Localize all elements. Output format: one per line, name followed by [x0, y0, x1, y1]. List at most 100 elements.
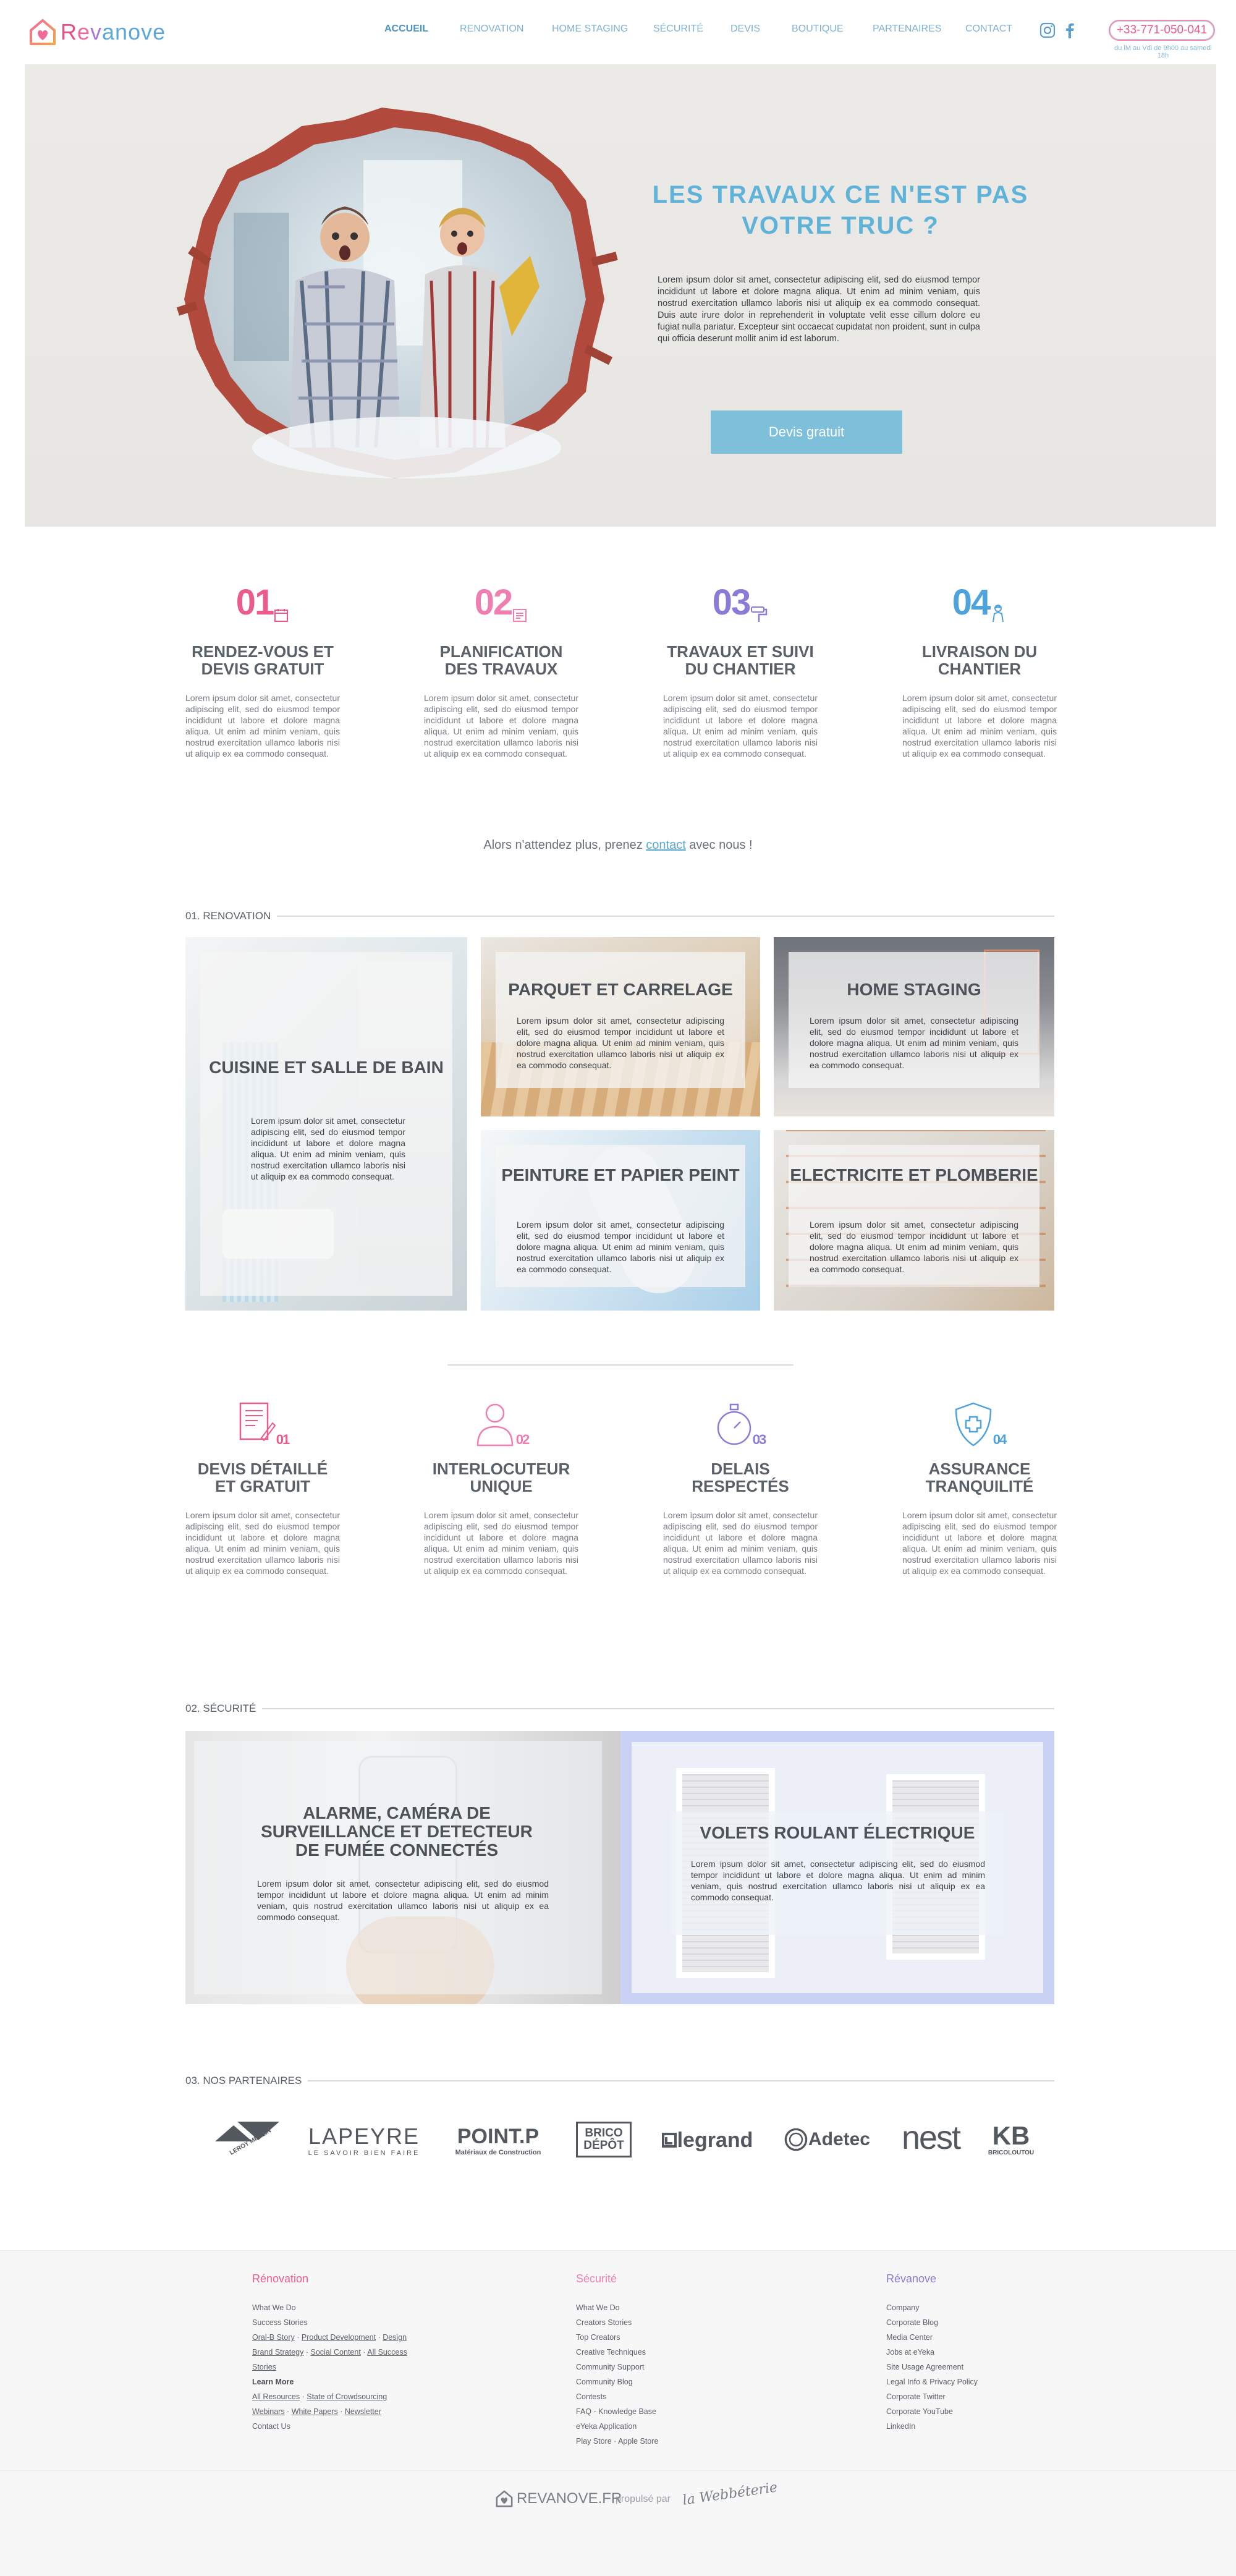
tile-home-staging[interactable]: HOME STAGING Lorem ipsum dolor sit amet,…	[774, 937, 1054, 1116]
tile-text: Lorem ipsum dolor sit amet, consectetur …	[691, 1859, 985, 1902]
step-2: 02 PLANIFICATION DES TRAVAUX Lorem ipsum…	[424, 579, 578, 759]
tile-parquet-carrelage[interactable]: PARQUET ET CARRELAGE Lorem ipsum dolor s…	[481, 937, 760, 1116]
footer-link[interactable]: Newsletter	[345, 2407, 381, 2416]
advantage-title: ASSURANCE TRANQUILITÉ	[925, 1460, 1034, 1495]
site-logo[interactable]: Revanove	[27, 15, 166, 49]
footer-link[interactable]: What We Do	[252, 2300, 407, 2315]
step-text: Lorem ipsum dolor sit amet, consectetur …	[424, 693, 578, 759]
instagram-icon[interactable]	[1039, 22, 1056, 38]
footer-link[interactable]: Media Center	[886, 2330, 978, 2345]
tile-title: PEINTURE ET PAPIER PEINT	[501, 1165, 740, 1184]
footer-link[interactable]: All Resources	[252, 2392, 300, 2401]
footer-link[interactable]: Success Stories	[252, 2315, 407, 2330]
footer-link[interactable]: Learn More	[252, 2378, 294, 2386]
nav-home-staging[interactable]: HOME STAGING	[552, 23, 628, 35]
footer-link[interactable]: Brand Strategy	[252, 2348, 303, 2357]
footer-link[interactable]: Creative Techniques	[576, 2345, 658, 2360]
footer-link[interactable]: Oral-B Story	[252, 2333, 295, 2342]
tile-text: Lorem ipsum dolor sit amet, consectetur …	[517, 1016, 724, 1070]
shield-icon	[955, 1402, 992, 1447]
footer-link[interactable]: Creators Stories	[576, 2315, 658, 2330]
nav-contact[interactable]: CONTACT	[965, 23, 1012, 35]
advantage-4: 04 ASSURANCE TRANQUILITÉ Lorem ipsum dol…	[902, 1398, 1057, 1576]
footer-link[interactable]: Site Usage Agreement	[886, 2360, 978, 2374]
legrand-mark-icon	[661, 2133, 677, 2148]
footer-brand[interactable]: REVANOVE.FR	[494, 2486, 622, 2511]
advantage-number: 01	[276, 1432, 290, 1447]
step-title: LIVRAISON DU CHANTIER	[921, 642, 1038, 678]
footer-link[interactable]: Legal Info & Privacy Policy	[886, 2374, 978, 2389]
step-text: Lorem ipsum dolor sit amet, consectetur …	[902, 693, 1057, 759]
footer-link[interactable]: Contact Us	[252, 2419, 407, 2434]
tile-alarme-camera[interactable]: ALARME, CAMÉRA DE SURVEILLANCE ET DETECT…	[185, 1731, 620, 2004]
step-title: PLANIFICATION DES TRAVAUX	[439, 642, 563, 678]
tile-peinture-papier-peint[interactable]: PEINTURE ET PAPIER PEINT Lorem ipsum dol…	[481, 1130, 760, 1311]
footer-link[interactable]: Corporate Blog	[886, 2315, 978, 2330]
footer-col-renovation: Rénovation What We Do Success Stories Or…	[252, 2272, 407, 2434]
step-number: 03	[712, 582, 751, 623]
partner-lapeyre[interactable]: LAPEYRE LE SAVOIR BIEN FAIRE	[307, 2122, 421, 2159]
step-text: Lorem ipsum dolor sit amet, consectetur …	[663, 693, 818, 759]
footer-link[interactable]: Design	[383, 2333, 407, 2342]
partner-leroy-merlin[interactable]: LEROY MERLIN	[213, 2117, 281, 2159]
step-number: 04	[952, 582, 991, 623]
tile-title: ALARME, CAMÉRA DE SURVEILLANCE ET DETECT…	[261, 1803, 533, 1860]
footer-link[interactable]: Webinars	[252, 2407, 285, 2416]
hero-banner: LES TRAVAUX CE N'EST PAS VOTRE TRUC ? Lo…	[25, 64, 1216, 527]
nav-boutique[interactable]: BOUTIQUE	[792, 23, 844, 35]
nav-accueil[interactable]: ACCUEIL	[384, 23, 428, 35]
footer-link[interactable]: All Success	[367, 2348, 407, 2357]
step-title: RENDEZ-VOUS ET DEVIS GRATUIT	[192, 642, 334, 678]
footer-link[interactable]: Corporate YouTube	[886, 2404, 978, 2419]
tile-text: Lorem ipsum dolor sit amet, consectetur …	[517, 1220, 724, 1274]
advantage-text: Lorem ipsum dolor sit amet, consectetur …	[185, 1510, 340, 1576]
footer-link[interactable]: LinkedIn	[886, 2419, 978, 2434]
tile-electricite-plomberie[interactable]: ELECTRICITE ET PLOMBERIE Lorem ipsum dol…	[774, 1130, 1054, 1311]
calendar-icon	[274, 609, 289, 622]
footer-link[interactable]: Community Blog	[576, 2374, 658, 2389]
broken-wall-illustration	[176, 108, 618, 478]
partner-brico-depot[interactable]: BRICO DÉPÔT	[576, 2122, 632, 2157]
step-number: 02	[474, 582, 513, 623]
footer-link[interactable]: Contests	[576, 2389, 658, 2404]
free-quote-button[interactable]: Devis gratuit	[711, 410, 902, 454]
tile-title: VOLETS ROULANT ÉLECTRIQUE	[700, 1823, 975, 1842]
house-heart-icon	[496, 2490, 513, 2507]
contact-link[interactable]: contact	[646, 838, 685, 852]
hero-title: LES TRAVAUX CE N'EST PAS VOTRE TRUC ?	[652, 181, 1029, 239]
footer-link[interactable]: Stories	[252, 2360, 407, 2374]
footer-link[interactable]: Jobs at eYeka	[886, 2345, 978, 2360]
footer-link[interactable]: FAQ - Knowledge Base	[576, 2404, 658, 2419]
phone-button[interactable]: +33-771-050-041	[1109, 20, 1215, 41]
advantage-number: 04	[993, 1432, 1007, 1447]
nav-partenaires[interactable]: PARTENAIRES	[873, 23, 941, 35]
partner-adetec[interactable]: Adetec	[784, 2124, 870, 2155]
tile-volets-roulant[interactable]: VOLETS ROULANT ÉLECTRIQUE Lorem ipsum do…	[620, 1731, 1054, 2004]
footer-link[interactable]: Top Creators	[576, 2330, 658, 2345]
footer-link[interactable]: eYeka Application	[576, 2419, 658, 2434]
nav-renovation[interactable]: RENOVATION	[460, 23, 523, 35]
facebook-icon[interactable]	[1064, 22, 1075, 38]
planning-icon	[513, 609, 527, 622]
adetec-mark-icon	[784, 2128, 808, 2151]
advantage-text: Lorem ipsum dolor sit amet, consectetur …	[663, 1510, 818, 1576]
footer-link[interactable]: Play Store	[576, 2437, 612, 2446]
footer-link[interactable]: Apple Store	[618, 2437, 658, 2446]
partner-nest[interactable]: nest	[894, 2119, 968, 2156]
tile-cuisine-salle-de-bain[interactable]: CUISINE ET SALLE DE BAIN Lorem ipsum dol…	[185, 937, 467, 1311]
tile-text: Lorem ipsum dolor sit amet, consectetur …	[257, 1879, 549, 1922]
footer-link[interactable]: State of Crowdsourcing	[307, 2392, 387, 2401]
partner-legrand[interactable]: legrand	[658, 2128, 756, 2153]
nav-devis[interactable]: DEVIS	[730, 23, 760, 35]
partner-point-p[interactable]: POINT.P Matériaux de Construction	[446, 2120, 550, 2160]
nav-securite[interactable]: SÉCURITÉ	[653, 23, 703, 35]
footer-link[interactable]: Social Content	[311, 2348, 361, 2357]
footer-link[interactable]: Product Development	[302, 2333, 376, 2342]
footer-link[interactable]: What We Do	[576, 2300, 658, 2315]
footer-link[interactable]: White Papers	[292, 2407, 338, 2416]
footer-link[interactable]: Corporate Twitter	[886, 2389, 978, 2404]
footer-link[interactable]: Company	[886, 2300, 978, 2315]
partners-heading: 03. NOS PARTENAIRES	[185, 2075, 1054, 2087]
partner-kb-bricoloutou[interactable]: KB BRICOLOUTOU	[988, 2119, 1034, 2159]
footer-link[interactable]: Community Support	[576, 2360, 658, 2374]
